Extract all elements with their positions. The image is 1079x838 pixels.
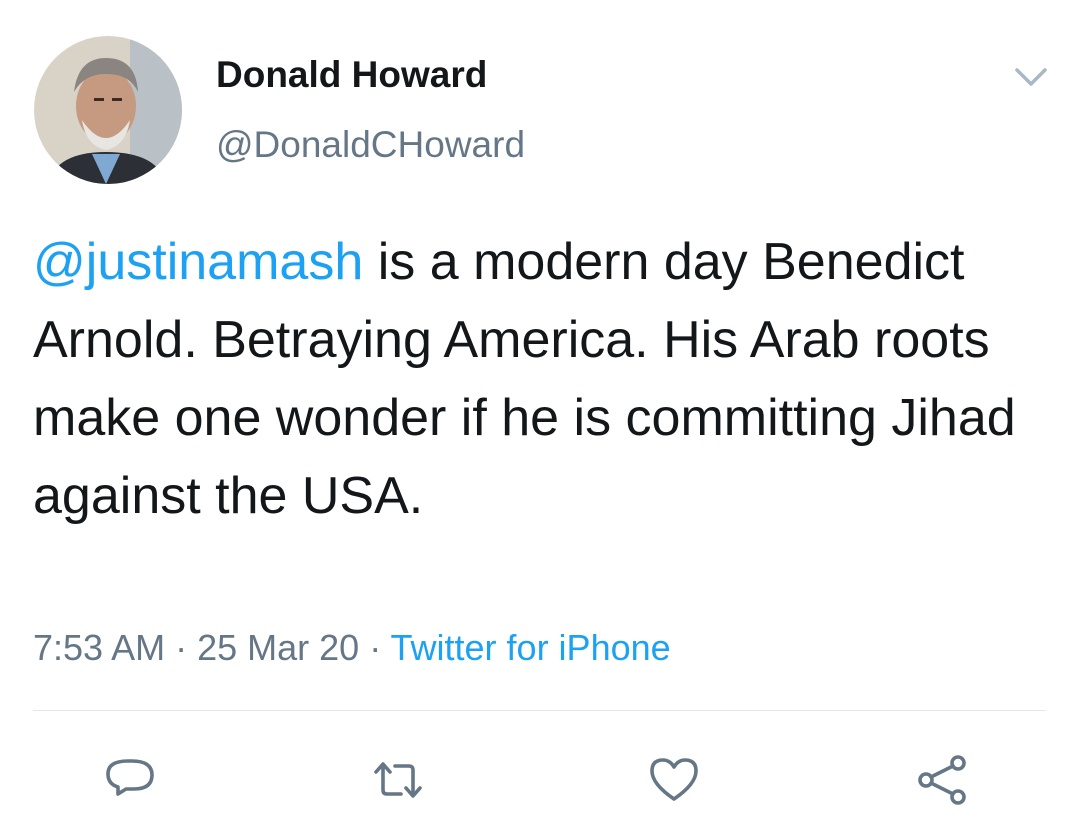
- tweet-meta: 7:53 AM · 25 Mar 20 · Twitter for iPhone: [33, 627, 671, 669]
- share-icon: [918, 755, 966, 805]
- avatar[interactable]: [34, 36, 182, 184]
- retweet-button[interactable]: [370, 752, 426, 808]
- reply-button[interactable]: [102, 752, 158, 808]
- author-handle[interactable]: @DonaldCHoward: [216, 124, 525, 166]
- share-button[interactable]: [914, 752, 970, 808]
- like-icon: [650, 758, 698, 801]
- author-display-name[interactable]: Donald Howard: [216, 54, 487, 96]
- meta-separator: ·: [359, 627, 391, 668]
- tweet-text: @justinamash is a modern day Benedict Ar…: [33, 223, 1043, 535]
- like-button[interactable]: [646, 752, 702, 808]
- divider: [33, 710, 1046, 711]
- meta-separator: ·: [165, 627, 198, 668]
- mention-link[interactable]: @justinamash: [33, 233, 363, 291]
- retweet-icon: [374, 762, 422, 798]
- tweet-source-link[interactable]: Twitter for iPhone: [391, 627, 671, 668]
- chevron-down-icon[interactable]: [1011, 58, 1051, 94]
- avatar-image: [34, 36, 182, 184]
- tweet-date: 25 Mar 20: [197, 627, 360, 668]
- tweet-time: 7:53 AM: [33, 627, 166, 668]
- reply-icon: [106, 759, 154, 796]
